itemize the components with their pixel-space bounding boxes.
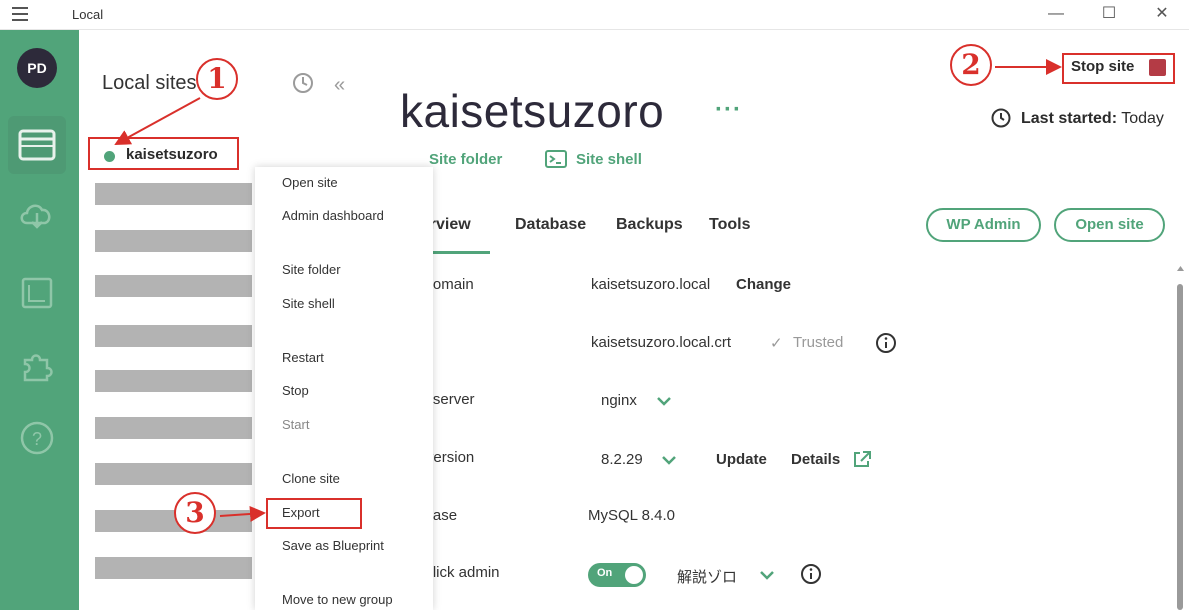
annotation-marker-3: 3 xyxy=(174,492,216,534)
annotation-marker-2: 2 xyxy=(950,44,992,86)
annotation-marker-1: 1 xyxy=(196,58,238,100)
